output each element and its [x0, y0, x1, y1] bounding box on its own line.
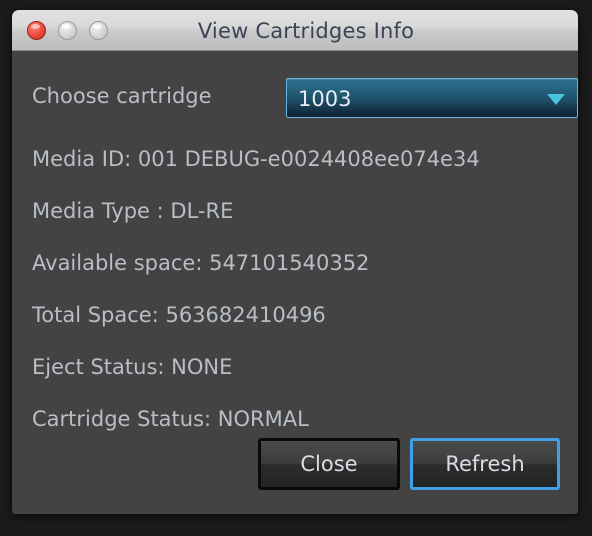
window-title: View Cartridges Info — [197, 19, 415, 43]
info-row-media-type: Media Type : DL-RE — [32, 199, 234, 223]
window-titlebar[interactable]: View Cartridges Info — [12, 10, 578, 51]
view-cartridges-info-window: View Cartridges Info Choose cartridge 10… — [12, 10, 578, 514]
info-row-available-space: Available space: 547101540352 — [32, 251, 370, 275]
dialog-content: Choose cartridge 1003 Media ID: 001 DEBU… — [12, 51, 578, 514]
info-row-eject-status: Eject Status: NONE — [32, 355, 233, 379]
desktop-backdrop: View Cartridges Info Choose cartridge 10… — [0, 0, 592, 536]
cartridge-info-list: Media ID: 001 DEBUG-e0024408ee074e34 Med… — [32, 133, 566, 445]
cartridge-chooser-row: Choose cartridge 1003 — [32, 78, 578, 118]
chevron-down-icon — [547, 94, 565, 105]
info-row-total-space: Total Space: 563682410496 — [32, 303, 326, 327]
refresh-button[interactable]: Refresh — [410, 438, 560, 490]
cartridge-selected-value: 1003 — [298, 87, 352, 111]
close-button[interactable]: Close — [258, 438, 400, 490]
cartridge-select[interactable]: 1003 — [286, 78, 578, 118]
choose-cartridge-label: Choose cartridge — [32, 84, 212, 108]
info-row-media-id: Media ID: 001 DEBUG-e0024408ee074e34 — [32, 147, 480, 171]
